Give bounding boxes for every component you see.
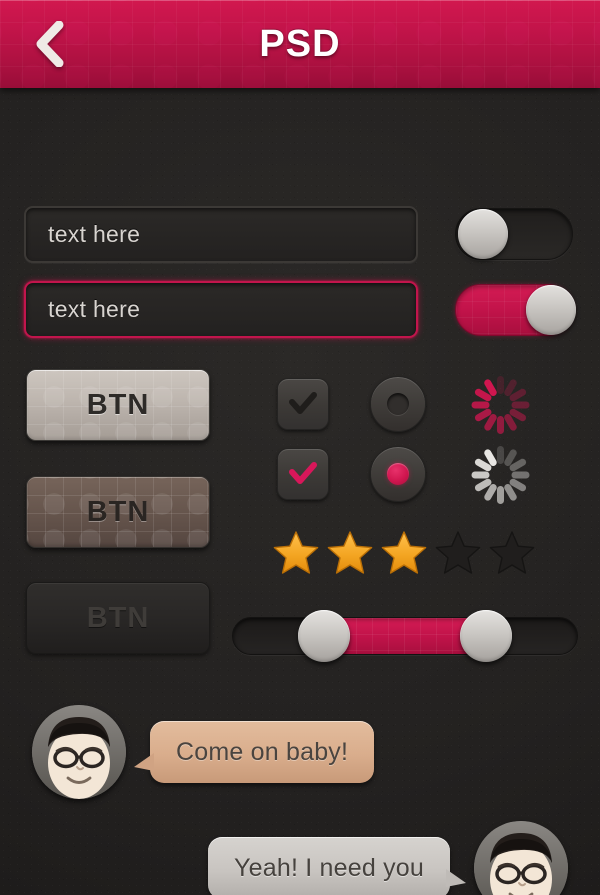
spinner-spoke bbox=[471, 471, 489, 479]
spinner-spoke bbox=[471, 401, 489, 409]
button-disabled-label: BTN bbox=[86, 601, 150, 634]
text-input-2[interactable]: text here bbox=[24, 281, 418, 338]
toggle-knob[interactable] bbox=[526, 285, 576, 335]
chat-bubble-1[interactable]: Come on baby! bbox=[133, 721, 375, 783]
app-screen: PSD text here text here BTN BTN BTN Come… bbox=[0, 0, 600, 895]
chat-message-left: Come on baby! bbox=[32, 705, 375, 799]
radio-dot bbox=[387, 463, 409, 485]
chat-bubble-2-text: Yeah! I need you bbox=[234, 853, 424, 882]
button-secondary[interactable]: BTN bbox=[26, 476, 210, 548]
text-input-1[interactable]: text here bbox=[24, 206, 418, 263]
star-filled-icon[interactable] bbox=[380, 530, 428, 576]
checkmark-icon bbox=[288, 391, 318, 417]
spinner-spoke bbox=[496, 446, 504, 464]
radio-selected[interactable] bbox=[370, 446, 426, 502]
checkmark-icon bbox=[288, 461, 318, 487]
spinner-spoke bbox=[496, 486, 504, 504]
button-disabled: BTN bbox=[26, 582, 210, 654]
star-empty-icon[interactable] bbox=[434, 530, 482, 576]
spinner-spoke bbox=[511, 401, 529, 409]
navigation-bar: PSD bbox=[0, 0, 600, 88]
button-primary-label: BTN bbox=[86, 388, 150, 421]
toggle-knob[interactable] bbox=[458, 209, 508, 259]
star-filled-icon[interactable] bbox=[272, 530, 320, 576]
chat-message-right: Yeah! I need you bbox=[208, 821, 568, 895]
field-toggle-row-2: text here bbox=[24, 281, 418, 338]
checkbox-dark[interactable] bbox=[277, 378, 329, 430]
button-primary[interactable]: BTN bbox=[26, 369, 210, 441]
field-toggle-row-1: text here bbox=[24, 206, 418, 263]
text-input-2-value: text here bbox=[48, 296, 141, 322]
toggle-switch-off[interactable] bbox=[455, 208, 573, 260]
radio-dot bbox=[387, 393, 409, 415]
radio-unselected[interactable] bbox=[370, 376, 426, 432]
range-slider[interactable] bbox=[232, 610, 578, 662]
checkbox-accent[interactable] bbox=[277, 448, 329, 500]
avatar[interactable] bbox=[474, 821, 568, 895]
star-rating[interactable] bbox=[272, 530, 536, 576]
chat-bubble-1-text: Come on baby! bbox=[176, 737, 349, 766]
spinner-spoke bbox=[496, 376, 504, 394]
spinner-spoke bbox=[496, 416, 504, 434]
spinner-spoke bbox=[511, 471, 529, 479]
button-secondary-label: BTN bbox=[86, 495, 150, 528]
page-title: PSD bbox=[259, 23, 341, 65]
chevron-left-icon bbox=[32, 21, 66, 67]
loading-spinner-pink bbox=[468, 373, 532, 437]
text-input-1-value: text here bbox=[48, 221, 141, 247]
back-button[interactable] bbox=[14, 0, 84, 88]
chat-bubble-2[interactable]: Yeah! I need you bbox=[208, 837, 466, 895]
star-filled-icon[interactable] bbox=[326, 530, 374, 576]
loading-spinner-white bbox=[468, 443, 532, 507]
toggle-switch-on[interactable] bbox=[455, 284, 576, 336]
slider-handle-high[interactable] bbox=[460, 610, 513, 662]
star-empty-icon[interactable] bbox=[488, 530, 536, 576]
slider-handle-low[interactable] bbox=[297, 610, 350, 662]
avatar[interactable] bbox=[32, 705, 126, 799]
